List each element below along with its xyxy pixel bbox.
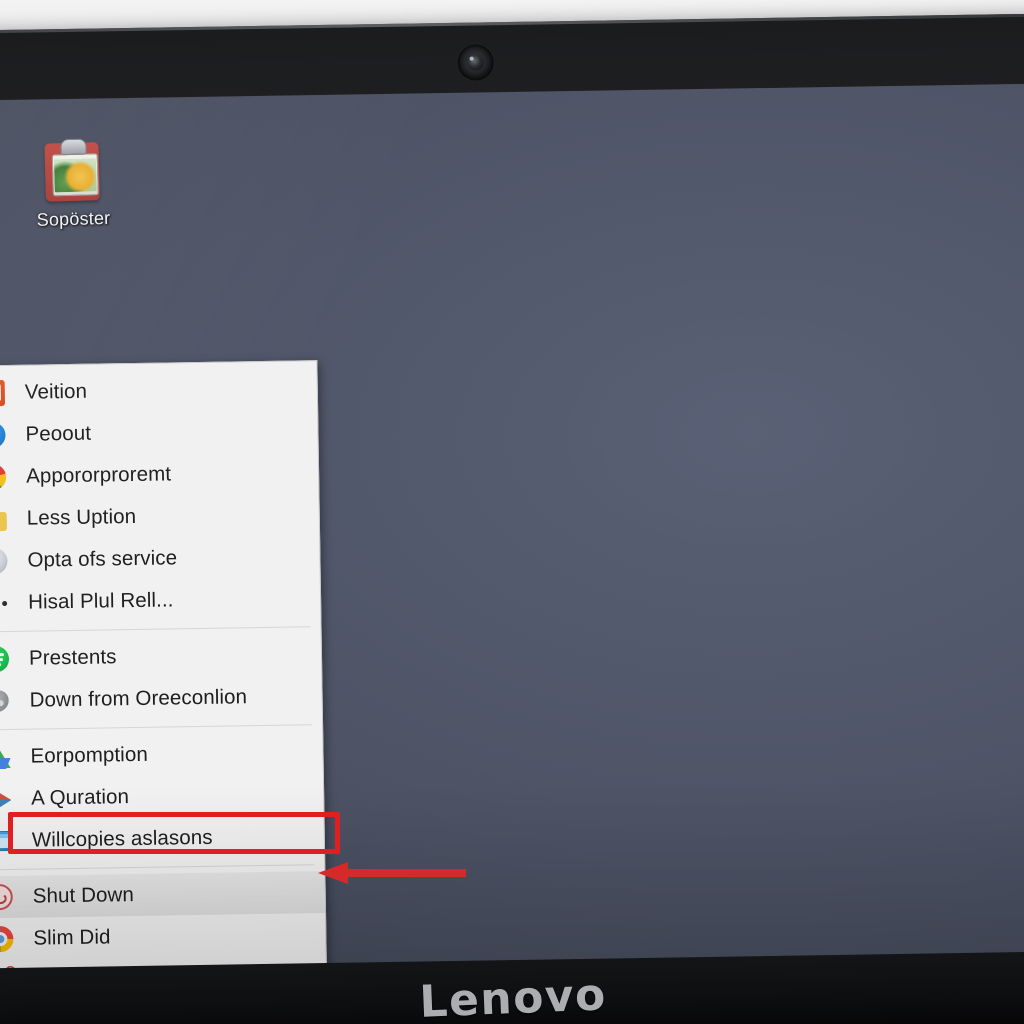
menu-group-2: Prestents Down from Oreeconlion [0, 627, 322, 729]
menu-item-label: Opta ofs service [27, 546, 178, 572]
menu-item-a-quration[interactable]: A Quration [0, 773, 324, 820]
menu-item-label: Down from Oreeconlion [29, 685, 248, 712]
annotation-arrow-icon [318, 862, 466, 884]
mail-circle-icon [0, 420, 8, 450]
google-drive-icon [0, 742, 13, 772]
laptop-chassis: Sopöster ♫ Veition [0, 13, 1024, 1024]
google-photos-icon [0, 924, 16, 954]
menu-group-3: Eorpomption A Quration Willcopies aslaso… [0, 725, 324, 869]
files-folder-icon [0, 504, 9, 534]
menu-item-opta-ofs-service[interactable]: Opta ofs service [0, 535, 320, 582]
menu-item-label: Peoout [25, 421, 92, 446]
power-shutdown-icon [0, 882, 15, 912]
webcam-icon [457, 44, 494, 81]
media-player-icon: ♫ [0, 378, 7, 408]
menu-item-label: Less Uption [26, 504, 137, 530]
chrome-icon [0, 462, 8, 492]
menu-item-label: Willcopies aslasons [31, 825, 213, 852]
laptop-screen: Sopöster ♫ Veition [0, 83, 1024, 1006]
clipboard-photo-icon [40, 138, 104, 204]
menu-item-label: Prestents [28, 645, 117, 670]
menu-item-down-from-oreeconlion[interactable]: Down from Oreeconlion [0, 675, 322, 722]
menu-item-label: A Quration [31, 785, 130, 810]
menu-item-veition[interactable]: ♫ Veition [0, 367, 317, 414]
menu-item-label: Hisal Plul Rell... [27, 588, 174, 614]
more-ellipsis-icon [0, 588, 10, 618]
start-context-menu[interactable]: ♫ Veition Peoout Apporo [0, 360, 330, 1006]
menu-item-hisal-plul-rell[interactable]: Hisal Plul Rell... [0, 577, 320, 624]
menu-item-label: Shut Down [32, 883, 135, 908]
menu-item-label: Slim Did [33, 925, 111, 950]
menu-item-label: Appororproremt [25, 462, 172, 488]
desktop-icon-sopoester[interactable]: Sopöster [7, 138, 137, 232]
menu-item-prestents[interactable]: Prestents [0, 633, 321, 680]
desktop-icon-label: Sopöster [36, 207, 111, 230]
menu-item-label: Veition [24, 379, 88, 404]
webcam-glint [469, 56, 474, 61]
blue-card-icon [0, 826, 14, 856]
menu-item-willcopies-aslasons[interactable]: Willcopies aslasons [0, 815, 324, 862]
menu-item-eorpomption[interactable]: Eorpomption [0, 731, 323, 778]
menu-item-label: Eorpomption [30, 742, 149, 768]
menu-item-slim-did[interactable]: Slim Did [0, 913, 326, 960]
play-store-icon [0, 784, 13, 814]
menu-item-less-uption[interactable]: Less Uption [0, 493, 319, 540]
menu-item-appororproremt[interactable]: Appororproremt [0, 451, 318, 498]
menu-item-shut-down[interactable]: Shut Down [0, 871, 326, 919]
menu-item-peoout[interactable]: Peoout [0, 409, 318, 456]
spotify-icon [0, 644, 11, 674]
disc-drive-icon [0, 546, 10, 576]
menu-group-1: ♫ Veition Peoout Apporo [0, 361, 321, 631]
screenshot-root: Sopöster ♫ Veition [0, 0, 1024, 1024]
grey-blob-icon [0, 686, 12, 716]
lenovo-brand-label: Lenovo [418, 969, 608, 1024]
